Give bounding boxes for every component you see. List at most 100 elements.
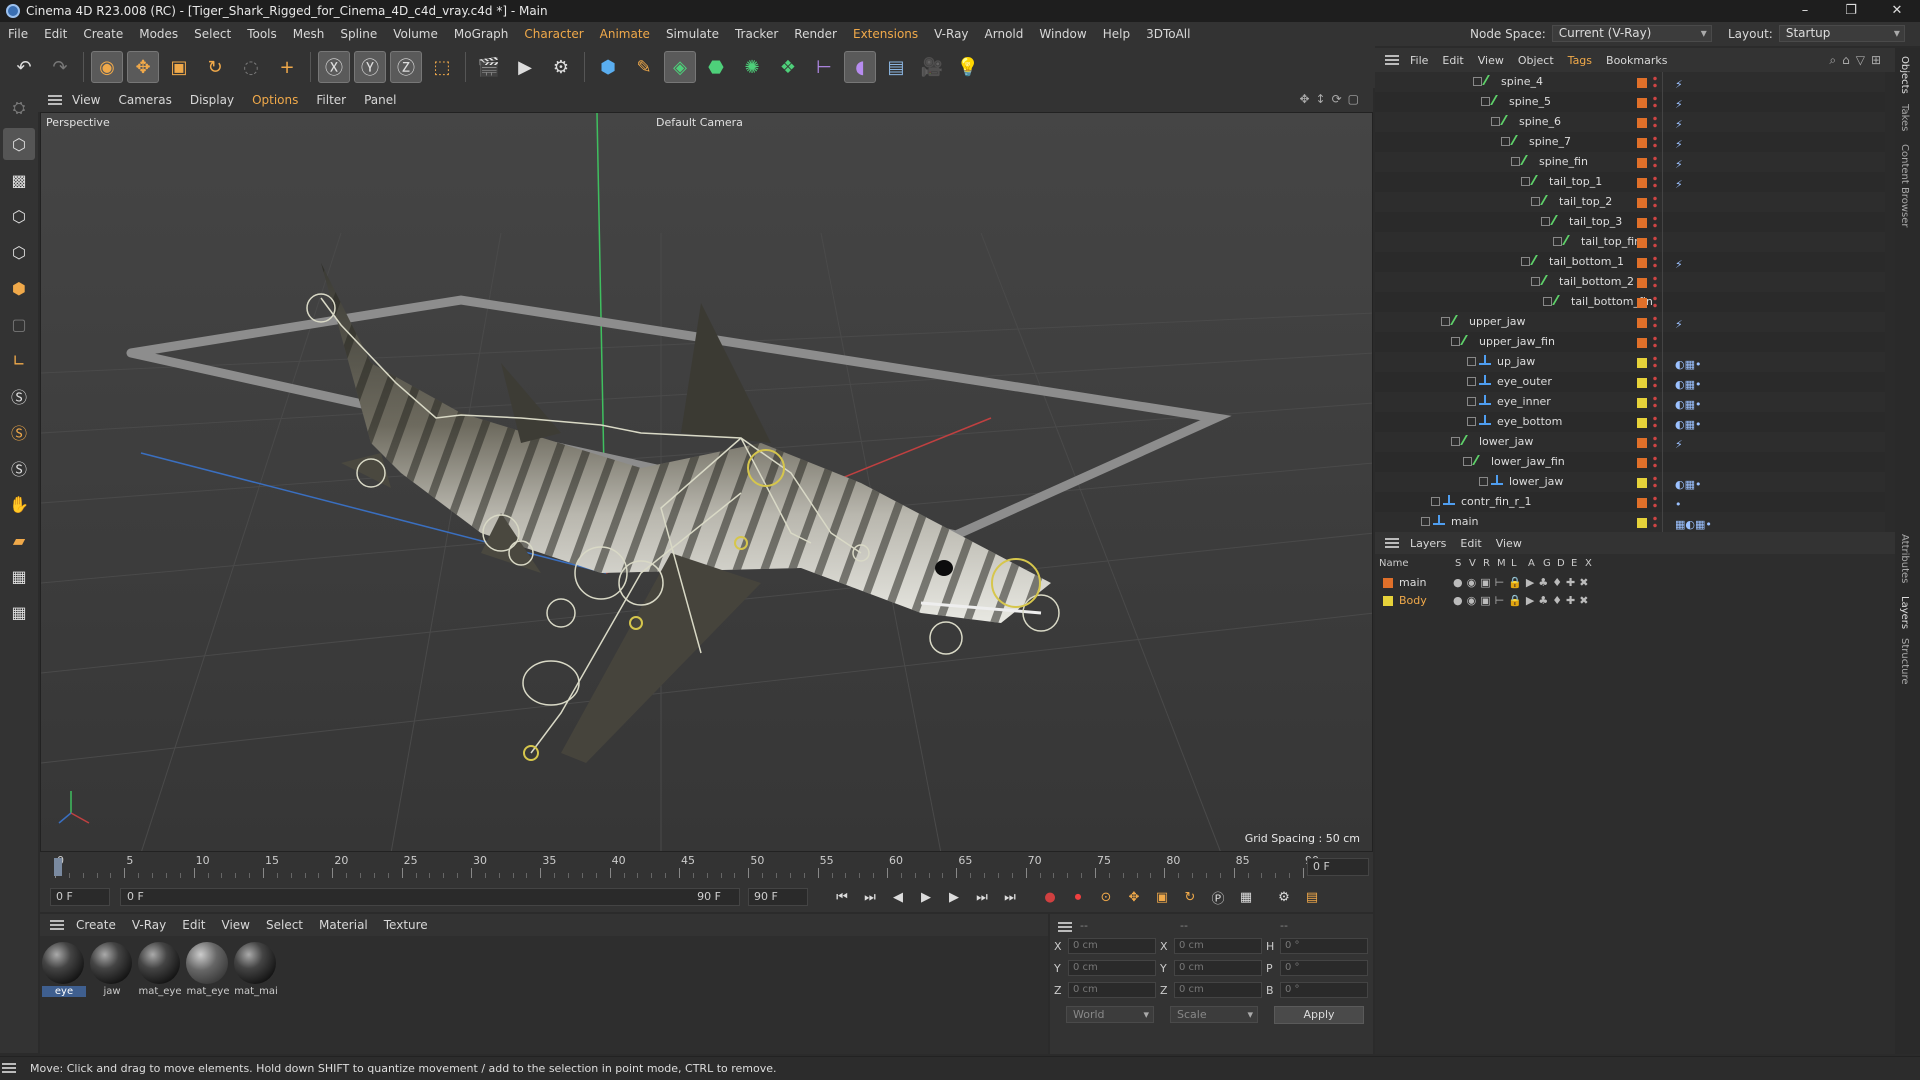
visibility-dots-icon[interactable] <box>1653 255 1657 269</box>
om-menu-file[interactable]: File <box>1403 54 1435 67</box>
pen-icon[interactable]: ✎ <box>628 51 660 83</box>
menu-3dtoall[interactable]: 3DToAll <box>1138 27 1198 41</box>
layer-color-swatch[interactable] <box>1637 438 1647 448</box>
menu-simulate[interactable]: Simulate <box>658 27 727 41</box>
expand-toggle-icon[interactable] <box>1467 397 1476 406</box>
visibility-dots-icon[interactable] <box>1653 455 1657 469</box>
layer-color-swatch[interactable] <box>1637 118 1647 128</box>
layer-color-swatch[interactable] <box>1637 158 1647 168</box>
tab-takes[interactable]: Takes <box>1899 104 1910 131</box>
visibility-dots-icon[interactable] <box>1653 375 1657 389</box>
workplane-icon[interactable]: ▰ <box>3 524 35 556</box>
object-row[interactable]: spine_7 ⚡ <box>1375 132 1885 152</box>
prev-key-icon[interactable]: ⏭ <box>858 885 882 909</box>
object-row[interactable]: eye_outer ◐▦• <box>1375 372 1885 392</box>
apply-button[interactable]: Apply <box>1274 1006 1364 1024</box>
expand-toggle-icon[interactable] <box>1521 177 1530 186</box>
viewport-menu-display[interactable]: Display <box>184 93 246 107</box>
recent-tool-icon[interactable]: ◌ <box>235 51 267 83</box>
object-row[interactable]: upper_jaw ⚡ <box>1375 312 1885 332</box>
visibility-dots-icon[interactable] <box>1653 235 1657 249</box>
expand-toggle-icon[interactable] <box>1491 117 1500 126</box>
viewport-menu-options[interactable]: Options <box>246 93 310 107</box>
status-menu-icon[interactable] <box>2 1063 16 1073</box>
material-menu-create[interactable]: Create <box>68 918 124 932</box>
layer-color-swatch[interactable] <box>1637 498 1647 508</box>
expand-toggle-icon[interactable] <box>1451 437 1460 446</box>
size-mode-dropdown[interactable]: Scale <box>1170 1006 1258 1023</box>
layers-menu-view[interactable]: View <box>1489 537 1529 550</box>
expand-toggle-icon[interactable] <box>1481 97 1490 106</box>
material-menu-texture[interactable]: Texture <box>376 918 436 932</box>
menu-file[interactable]: File <box>0 27 36 41</box>
object-row[interactable]: up_jaw ◐▦• <box>1375 352 1885 372</box>
visibility-dots-icon[interactable] <box>1653 95 1657 109</box>
viewport-nav-icons[interactable]: ✥↕⟳▢ <box>1299 92 1365 106</box>
cube-icon[interactable]: ⬢ <box>592 51 624 83</box>
expand-toggle-icon[interactable] <box>1473 77 1482 86</box>
menu-volume[interactable]: Volume <box>385 27 446 41</box>
layout-dropdown[interactable]: Startup <box>1778 25 1905 42</box>
menu-extensions[interactable]: Extensions <box>845 27 926 41</box>
layer-color-swatch[interactable] <box>1637 418 1647 428</box>
menu-spline[interactable]: Spline <box>332 27 385 41</box>
tab-content-browser[interactable]: Content Browser <box>1899 144 1910 227</box>
tab-layers[interactable]: Layers <box>1899 596 1910 629</box>
object-row[interactable]: eye_inner ◐▦• <box>1375 392 1885 412</box>
layer-flag-icons[interactable]: ●◉▣⊢🔒▶♣♦✚✖ <box>1453 574 1592 592</box>
render-region-icon[interactable]: 🎬 <box>473 51 505 83</box>
light-icon[interactable]: 💡 <box>952 51 984 83</box>
grid-icon[interactable]: ▦ <box>3 560 35 592</box>
visibility-dots-icon[interactable] <box>1653 415 1657 429</box>
object-row[interactable]: lower_jaw ◐▦• <box>1375 472 1885 492</box>
material-menu-view[interactable]: View <box>214 918 258 932</box>
layer-color-swatch[interactable] <box>1383 596 1393 606</box>
snap-settings-icon[interactable]: Ⓢ <box>3 416 35 448</box>
object-row[interactable]: spine_4 ⚡ <box>1375 72 1885 92</box>
object-row[interactable]: contr_fin_r_1 • <box>1375 492 1885 512</box>
make-editable-icon[interactable]: ⛭ <box>3 92 35 124</box>
keyframe-selection-icon[interactable]: ⊙ <box>1094 885 1118 909</box>
pos-z-field[interactable]: 0 cm <box>1068 982 1156 998</box>
layer-row[interactable]: Body ●◉▣⊢🔒▶♣♦✚✖ <box>1375 592 1895 610</box>
om-search-icons[interactable]: ⌕⌂▽⊞ <box>1829 53 1887 68</box>
expand-toggle-icon[interactable] <box>1553 237 1562 246</box>
menu-edit[interactable]: Edit <box>36 27 75 41</box>
expand-toggle-icon[interactable] <box>1421 517 1430 526</box>
om-menu-view[interactable]: View <box>1471 54 1511 67</box>
om-menu-object[interactable]: Object <box>1511 54 1561 67</box>
expand-toggle-icon[interactable] <box>1501 137 1510 146</box>
size-z-field[interactable]: 0 cm <box>1174 982 1262 998</box>
material-menu-edit[interactable]: Edit <box>174 918 213 932</box>
visibility-dots-icon[interactable] <box>1653 395 1657 409</box>
record-icon[interactable]: ● <box>1038 885 1062 909</box>
go-to-end-icon[interactable]: ⏭ <box>998 885 1022 909</box>
menu-arnold[interactable]: Arnold <box>977 27 1032 41</box>
object-row[interactable]: lower_jaw ⚡ <box>1375 432 1885 452</box>
node-space-dropdown[interactable]: Current (V-Ray) <box>1551 25 1712 42</box>
visibility-dots-icon[interactable] <box>1653 295 1657 309</box>
coords-menu-icon[interactable] <box>1058 922 1072 932</box>
menu-select[interactable]: Select <box>186 27 239 41</box>
material-item[interactable]: mat_eye <box>138 942 182 997</box>
start-frame-field[interactable]: 0 F <box>50 888 110 906</box>
object-row[interactable]: tail_top_3 <box>1375 212 1885 232</box>
rot-h-field[interactable]: 0 ° <box>1280 938 1368 954</box>
edges-mode-icon[interactable]: ⬡ <box>3 236 35 268</box>
polygons-mode-icon[interactable]: ⬢ <box>3 272 35 304</box>
viewport-menu-panel[interactable]: Panel <box>358 93 408 107</box>
menu-tracker[interactable]: Tracker <box>727 27 786 41</box>
object-row[interactable]: main ▦◐▦• <box>1375 512 1885 532</box>
size-x-field[interactable]: 0 cm <box>1174 938 1262 954</box>
next-frame-icon[interactable]: ▶ <box>942 885 966 909</box>
timeline-playhead[interactable] <box>54 858 62 876</box>
object-row[interactable]: lower_jaw_fin <box>1375 452 1885 472</box>
transform-icon[interactable]: + <box>271 51 303 83</box>
visibility-dots-icon[interactable] <box>1653 215 1657 229</box>
spline-icon[interactable]: ◖ <box>844 51 876 83</box>
points-mode-icon[interactable]: ⬡ <box>3 200 35 232</box>
texture-mode-icon[interactable]: ▩ <box>3 164 35 196</box>
object-manager-menu-icon[interactable] <box>1385 55 1399 65</box>
expand-toggle-icon[interactable] <box>1463 457 1472 466</box>
render-view-icon[interactable]: ▶ <box>509 51 541 83</box>
